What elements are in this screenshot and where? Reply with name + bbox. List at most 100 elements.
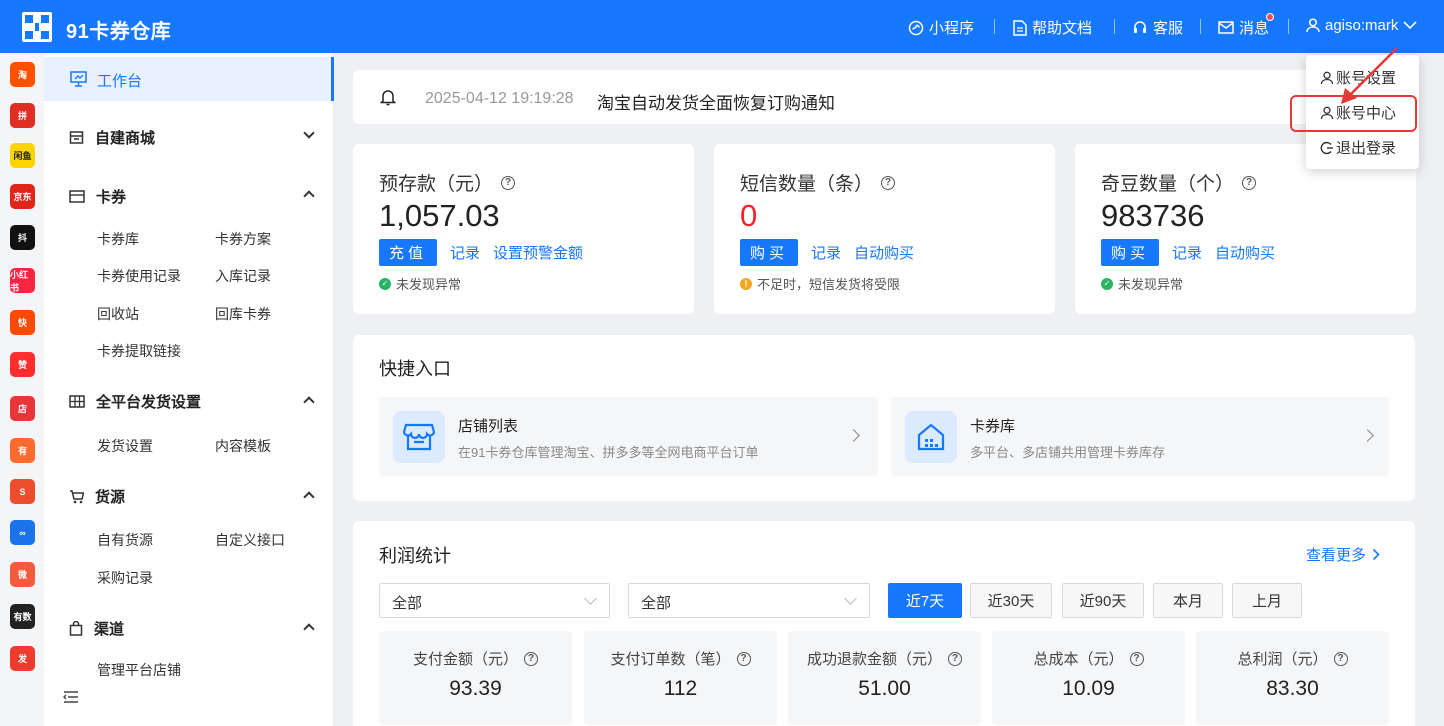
set-alert-amount-link[interactable]: 设置预警金额 [493,242,583,263]
recharge-button[interactable]: 充值 [379,239,438,266]
notice-bar[interactable]: 2025-04-12 19:19:28 淘宝自动发货全面恢复订购通知 [353,70,1415,124]
quick-entry-card-library[interactable]: 卡券库 多平台、多店铺共用管理卡券库存 [891,397,1389,476]
platform-taobao-icon[interactable]: 淘 [10,62,35,87]
platform-douyin-icon[interactable]: 抖 [10,225,35,250]
auto-buy-link[interactable]: 自动购买 [1215,242,1275,263]
chevron-right-icon [1372,548,1380,561]
help-icon[interactable]: ? [1129,651,1144,666]
sidebar-item-returned-cards[interactable]: 回库卡券 [215,304,271,324]
help-icon[interactable]: ? [948,651,962,666]
stat-title: 短信数量（条） [740,174,874,195]
mail-icon [1218,21,1234,34]
sidebar-item-manage-shops[interactable]: 管理平台店铺 [97,660,181,680]
quick-entry-card: 快捷入口 店铺列表 在91卡券仓库管理淘宝、拼多多等全网电商平台订单 卡券库 多… [353,335,1415,501]
app-logo[interactable] [22,12,52,42]
sidebar-item-extract-links[interactable]: 卡券提取链接 [97,341,181,361]
chevron-down-icon [1403,21,1417,30]
range-90-days-button[interactable]: 近90天 [1062,583,1144,618]
customer-service-link[interactable]: 客服 [1132,17,1183,38]
platform-kuaishou-icon[interactable]: 快 [10,310,35,335]
platform-xianyu-icon[interactable]: 闲鱼 [10,143,35,168]
records-link[interactable]: 记录 [811,242,841,263]
stat-card-prepaid: 预存款（元）? 1,057.03 充值 记录 设置预警金额 ✓ 未发现异常 [353,144,694,314]
sidebar-item-card-plan[interactable]: 卡券方案 [215,229,271,249]
chevron-up-icon[interactable] [303,623,315,635]
check-circle-icon: ✓ [379,277,391,290]
sidebar-item-recycle-bin[interactable]: 回收站 [97,304,139,324]
user-icon [1306,18,1320,33]
range-30-days-button[interactable]: 近30天 [970,583,1052,618]
stat-title: 奇豆数量（个） [1101,174,1235,195]
platform-jd-icon[interactable]: 京东 [10,184,35,209]
records-link[interactable]: 记录 [450,242,480,263]
grid-icon [69,395,85,408]
sidebar-item-shipping-settings[interactable]: 发货设置 [97,436,153,456]
metric-value: 112 [663,677,698,700]
menu-item-logout[interactable]: 退出登录 [1320,137,1396,158]
range-7-days-button[interactable]: 近7天 [888,583,962,618]
stat-card-sms: 短信数量（条）? 0 购买 记录 自动购买 ! 不足时，短信发货将受限 [714,144,1055,314]
messages-link[interactable]: 消息 [1218,17,1269,38]
range-last-month-button[interactable]: 上月 [1232,583,1302,618]
help-icon[interactable]: ? [1242,175,1257,190]
chevron-up-icon[interactable] [303,396,315,408]
help-icon[interactable]: ? [881,175,896,190]
platform-pinduoduo-icon[interactable]: 拼 [10,103,35,128]
auto-buy-link[interactable]: 自动购买 [854,242,914,263]
help-icon[interactable]: ? [524,651,538,666]
sidebar-group-card[interactable]: 卡券 [69,186,126,207]
platform-strip: 淘拼闲鱼京东抖小红书快赞店有 S ∞ 微有数发 [0,53,44,726]
records-link[interactable]: 记录 [1172,242,1202,263]
mini-program-link[interactable]: 小程序 [908,17,974,38]
buy-button[interactable]: 购买 [740,239,799,266]
platform-dian-icon[interactable]: 店 [10,396,35,421]
sidebar-item-workbench[interactable]: 工作台 [44,57,334,101]
help-icon[interactable]: ? [736,651,751,666]
chevron-down-icon[interactable] [303,127,315,139]
sidebar-item-content-template[interactable]: 内容模板 [215,436,271,456]
platform-link-icon[interactable]: ∞ [10,520,35,545]
sidebar-group-mall[interactable]: 自建商城 [69,127,155,148]
sidebar-item-purchase-records[interactable]: 采购记录 [97,568,153,588]
sidebar-group-supply[interactable]: 货源 [69,486,125,507]
user-menu-trigger[interactable]: agiso:mark [1306,17,1417,34]
quick-entry-shop-list[interactable]: 店铺列表 在91卡券仓库管理淘宝、拼多多等全网电商平台订单 [379,397,878,476]
stat-value: 983736 [1101,198,1205,233]
view-more-link[interactable]: 查看更多 [1306,544,1381,565]
entry-desc: 在91卡券仓库管理淘宝、拼多多等全网电商平台订单 [458,445,759,460]
sidebar-item-card-usage[interactable]: 卡券使用记录 [97,266,181,286]
sidebar-item-own-supply[interactable]: 自有货源 [97,530,153,550]
chevron-up-icon[interactable] [303,190,315,202]
cart-icon [70,489,84,503]
platform-shopee-icon[interactable]: S [10,479,35,504]
platform-shipping-icon[interactable]: 发 [10,646,35,671]
platform-filter-select[interactable]: 全部 [379,583,610,618]
status-text: 未发现异常 [1118,277,1184,292]
help-docs-link[interactable]: 帮助文档 [1013,17,1092,38]
platform-xiaohongshu-icon[interactable]: 小红书 [10,268,35,293]
sidebar-item-card-library[interactable]: 卡券库 [97,229,139,249]
metric-total-profit: 总利润（元）? 83.30 [1196,631,1389,725]
metric-value: 10.09 [1062,677,1115,700]
platform-youzan-icon[interactable]: 有 [10,438,35,463]
sidebar-group-channel[interactable]: 渠道 [69,618,124,639]
metric-refund-amount: 成功退款金额（元）? 51.00 [788,631,981,725]
user-icon [1320,71,1334,84]
warning-icon: ! [740,277,752,290]
help-icon[interactable]: ? [501,175,516,190]
sidebar-item-custom-api[interactable]: 自定义接口 [215,530,285,550]
chevron-up-icon[interactable] [303,491,315,503]
shop-filter-select[interactable]: 全部 [628,583,870,618]
collapse-menu-icon[interactable] [63,691,79,703]
notice-title[interactable]: 淘宝自动发货全面恢复订购通知 [597,89,835,114]
sidebar-item-stock-in[interactable]: 入库记录 [215,266,271,286]
buy-button[interactable]: 购买 [1101,239,1160,266]
metric-order-count: 支付订单数（笔）? 112 [584,631,777,725]
sidebar-group-shipping[interactable]: 全平台发货设置 [69,391,201,412]
platform-weidian-icon[interactable]: 微 [10,562,35,587]
platform-youshu-icon[interactable]: 有数 [10,604,35,629]
stat-title: 预存款（元） [379,174,494,195]
platform-dianzan-icon[interactable]: 赞 [10,352,35,377]
range-this-month-button[interactable]: 本月 [1153,583,1223,618]
help-icon[interactable]: ? [1333,651,1348,666]
